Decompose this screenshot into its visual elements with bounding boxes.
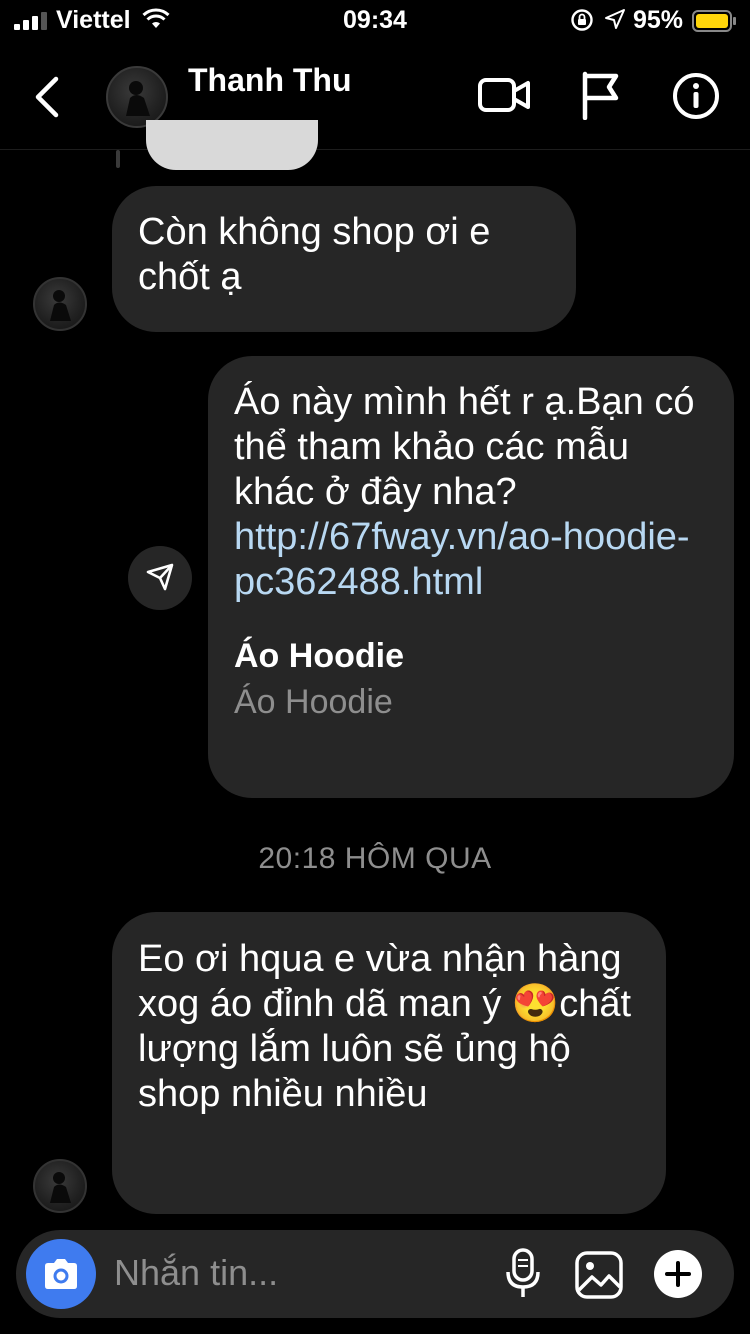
message-input[interactable]	[114, 1250, 474, 1296]
outgoing-message[interactable]: Áo này mình hết r ạ.Bạn có thể tham khảo…	[208, 356, 734, 798]
plus-icon	[665, 1261, 691, 1287]
flag-icon[interactable]	[580, 70, 622, 120]
avatar-photo	[50, 290, 71, 321]
status-bar: Viettel 09:34 95%	[0, 0, 750, 40]
share-button[interactable]	[128, 546, 192, 610]
battery-icon	[692, 10, 736, 32]
message-link[interactable]: http://67fway.vn/ao-hoodie-pc362488.html	[234, 515, 708, 605]
camera-icon	[45, 1259, 77, 1289]
contact-name: Thanh Thu	[188, 62, 352, 98]
thread-line	[116, 150, 120, 168]
link-preview-title: Áo Hoodie	[234, 637, 404, 675]
link-preview-subtitle: Áo Hoodie	[234, 683, 393, 721]
avatar[interactable]	[106, 66, 168, 128]
add-button[interactable]	[654, 1250, 702, 1298]
message-composer	[16, 1230, 734, 1318]
send-share-icon	[146, 563, 174, 591]
rotation-lock-icon	[571, 9, 593, 31]
incoming-message[interactable]: Eo ơi hqua e vừa nhận hàng xog áo đỉnh d…	[112, 912, 666, 1214]
microphone-icon[interactable]	[504, 1248, 542, 1300]
battery-percent: 95%	[633, 6, 684, 34]
camera-button[interactable]	[26, 1239, 96, 1309]
gallery-icon[interactable]	[574, 1250, 624, 1300]
previous-message-bubble	[146, 120, 318, 170]
avatar-photo	[50, 1172, 71, 1203]
message-text: Eo ơi hqua e vừa nhận hàng xog áo đỉnh d…	[138, 938, 632, 1115]
avatar[interactable]	[33, 1159, 87, 1213]
location-arrow-icon	[605, 9, 625, 29]
chat-header: Thanh Thu thanhthu513	[0, 44, 750, 150]
video-call-icon[interactable]	[478, 74, 530, 116]
avatar[interactable]	[33, 277, 87, 331]
message-text: Còn không shop ơi e chốt ạ	[138, 211, 491, 298]
message-text: Áo này mình hết r ạ.Bạn có thể tham khảo…	[234, 381, 695, 513]
timestamp-divider: 20:18 HÔM QUA	[258, 842, 492, 875]
incoming-message[interactable]: Còn không shop ơi e chốt ạ	[112, 186, 576, 332]
avatar-photo	[126, 81, 150, 116]
info-icon[interactable]	[672, 72, 720, 120]
back-icon[interactable]	[28, 74, 68, 120]
